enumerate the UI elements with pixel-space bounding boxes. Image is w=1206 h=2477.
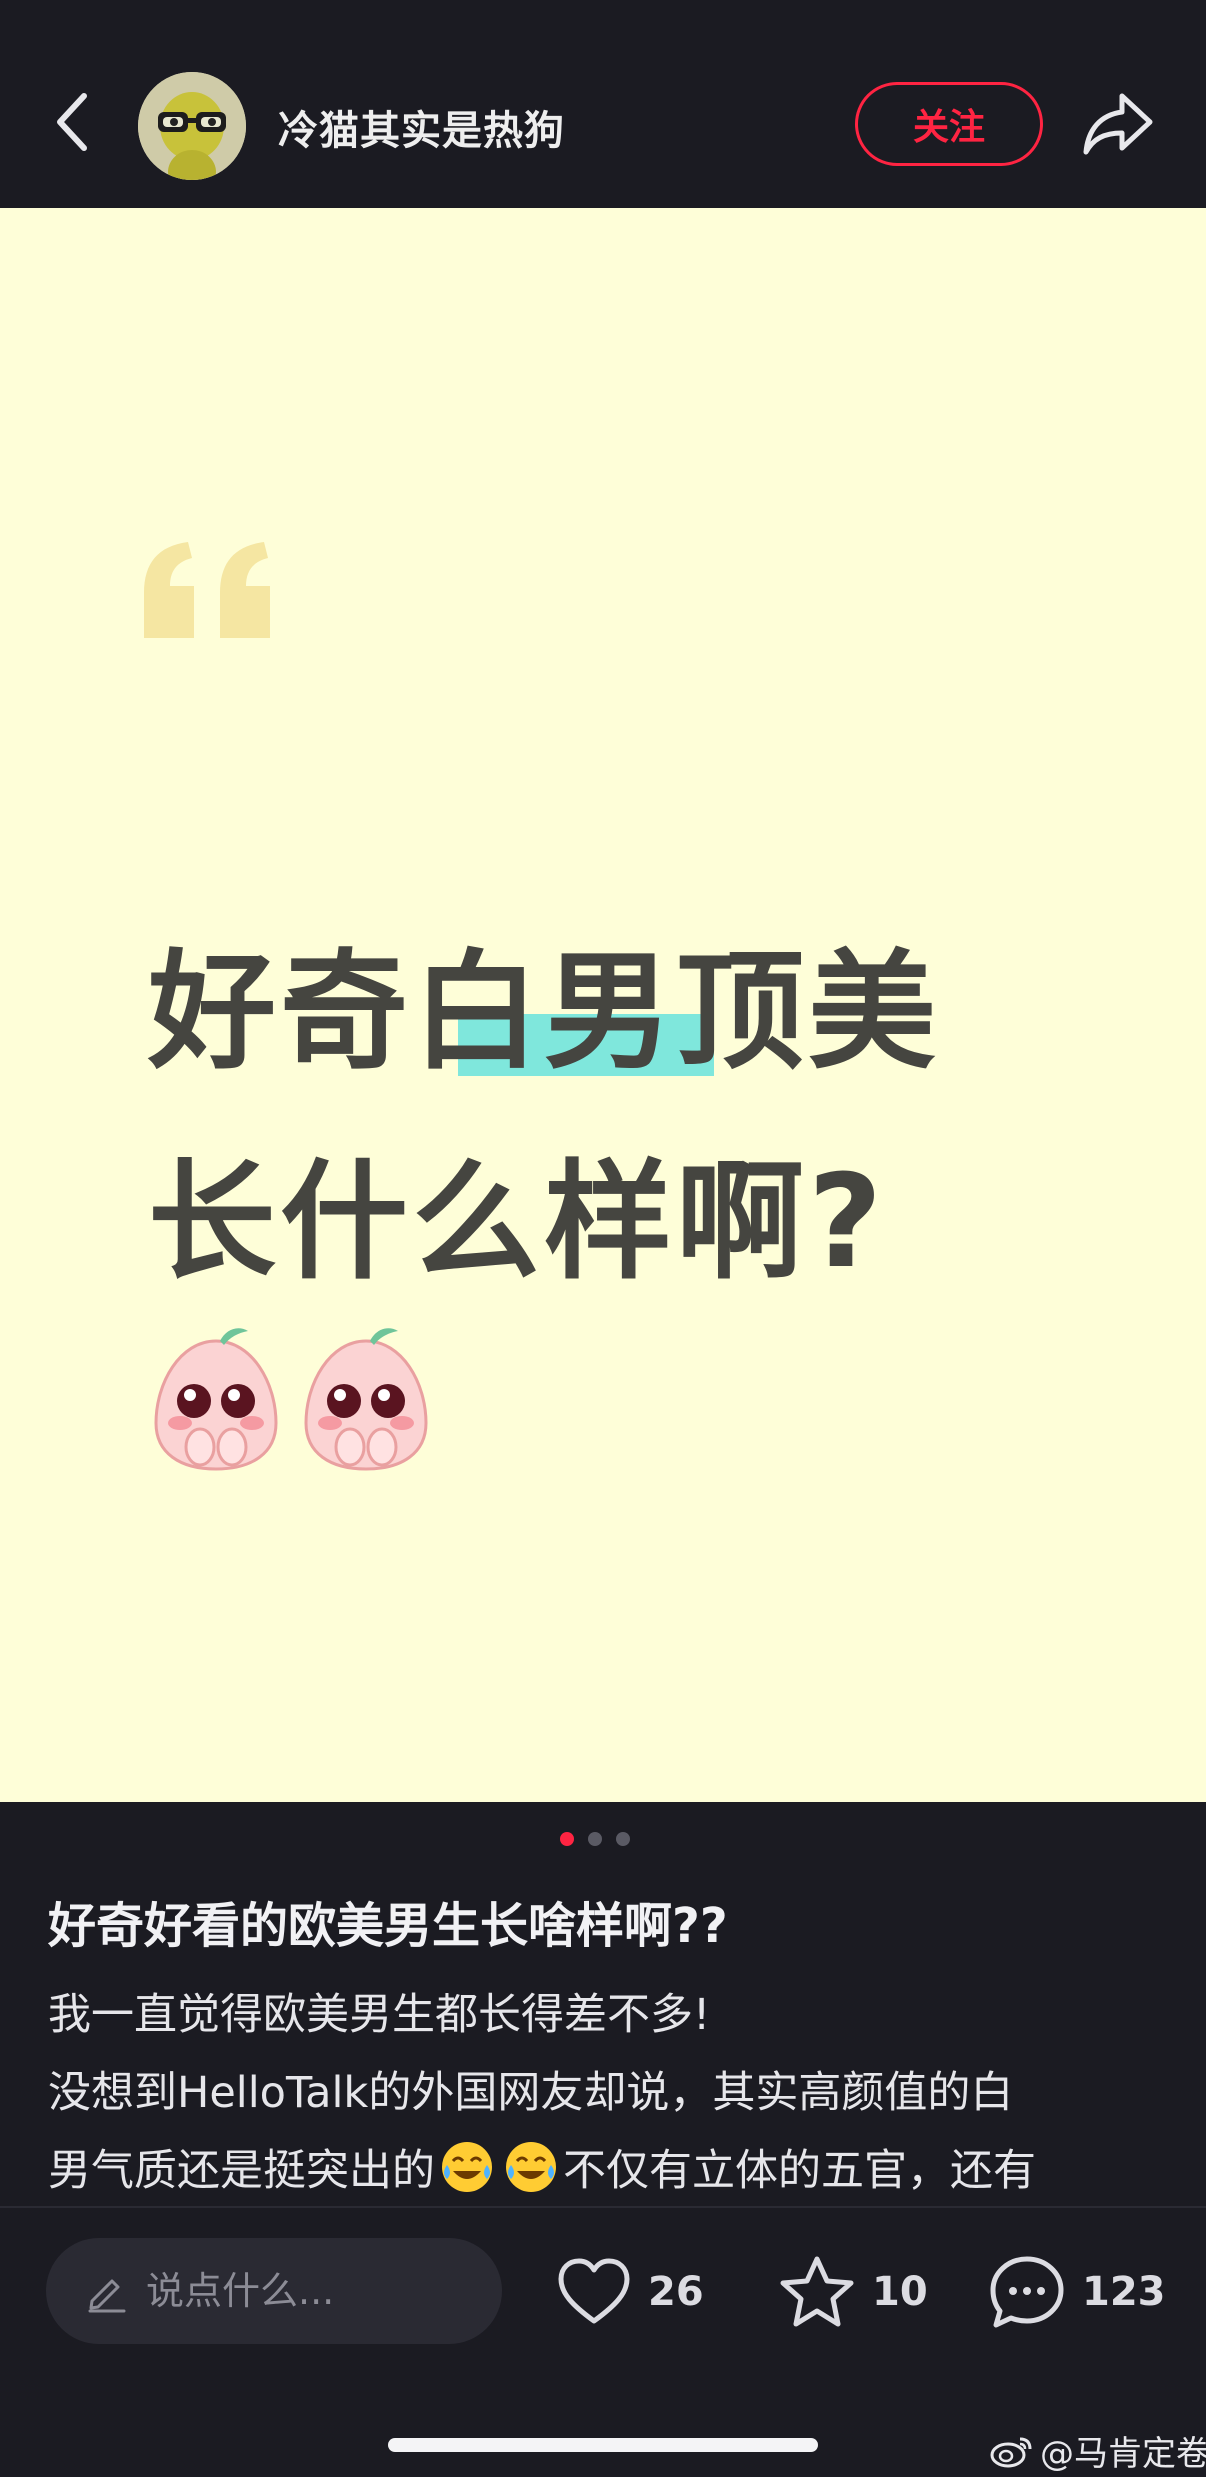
- weibo-watermark: @马肯定卷: [990, 2426, 1206, 2475]
- headline-line-2: 长什么样啊?: [148, 1148, 887, 1297]
- post-body[interactable]: 我一直觉得欧美男生都长得差不多! 没想到HelloTalk的外国网友却说，其实高…: [48, 1976, 1168, 2202]
- home-indicator[interactable]: [388, 2438, 818, 2452]
- tears-of-joy-emoji-icon: [506, 2142, 556, 2192]
- star-icon: [780, 2256, 854, 2327]
- like-button[interactable]: 26: [556, 2250, 704, 2334]
- like-count: 26: [648, 2269, 704, 2315]
- pleading-peach-emoji-icon: [154, 1328, 278, 1471]
- weibo-logo-icon: [990, 2437, 1032, 2467]
- post-body-line: 男气质还是挺突出的 不仅有立体的五官，还有: [48, 2132, 1168, 2202]
- comment-button[interactable]: 123: [988, 2250, 1166, 2334]
- quote-mark-icon: [144, 542, 270, 638]
- carousel-dot: [588, 1832, 602, 1846]
- watermark-text: @马肯定卷: [1040, 2434, 1206, 2474]
- pleading-peach-emoji-icon: [304, 1328, 428, 1471]
- author-avatar[interactable]: [138, 72, 246, 180]
- comment-count: 123: [1082, 2269, 1166, 2315]
- share-arrow-icon: [1083, 93, 1153, 155]
- share-button[interactable]: [1080, 86, 1156, 162]
- favorite-count: 10: [872, 2269, 928, 2315]
- carousel-dot-active: [560, 1832, 574, 1846]
- back-button[interactable]: [40, 80, 104, 164]
- post-body-line: 我一直觉得欧美男生都长得差不多!: [48, 1990, 711, 2040]
- comment-input-box[interactable]: [46, 2238, 502, 2344]
- post-image[interactable]: 好奇白男顶美 长什么样啊?: [0, 208, 1206, 1802]
- tears-of-joy-emoji-icon: [442, 2142, 492, 2192]
- post-title: 好奇好看的欧美男生长啥样啊??: [48, 1898, 728, 1954]
- author-name[interactable]: 冷猫其实是热狗: [278, 98, 565, 156]
- top-bar: 冷猫其实是热狗 关注: [0, 0, 1206, 208]
- avatar-image: [138, 72, 246, 180]
- emoji-row: [150, 1323, 432, 1473]
- chevron-left-icon: [57, 93, 87, 151]
- heart-icon: [558, 2258, 630, 2324]
- carousel-indicator: [560, 1832, 630, 1846]
- favorite-button[interactable]: 10: [778, 2250, 928, 2334]
- pencil-icon: [88, 2279, 126, 2313]
- comment-input[interactable]: [146, 2269, 466, 2313]
- carousel-dot: [616, 1832, 630, 1846]
- chat-bubble-icon: [990, 2256, 1064, 2328]
- post-body-text: 不仅有立体的五官，还有: [563, 2146, 1036, 2196]
- follow-button[interactable]: 关注: [855, 82, 1043, 166]
- headline-line-1: 好奇白男顶美: [148, 938, 941, 1087]
- post-body-line: 没想到HelloTalk的外国网友却说，其实高颜值的白: [48, 2068, 1014, 2118]
- post-body-text: 男气质还是挺突出的: [48, 2146, 435, 2196]
